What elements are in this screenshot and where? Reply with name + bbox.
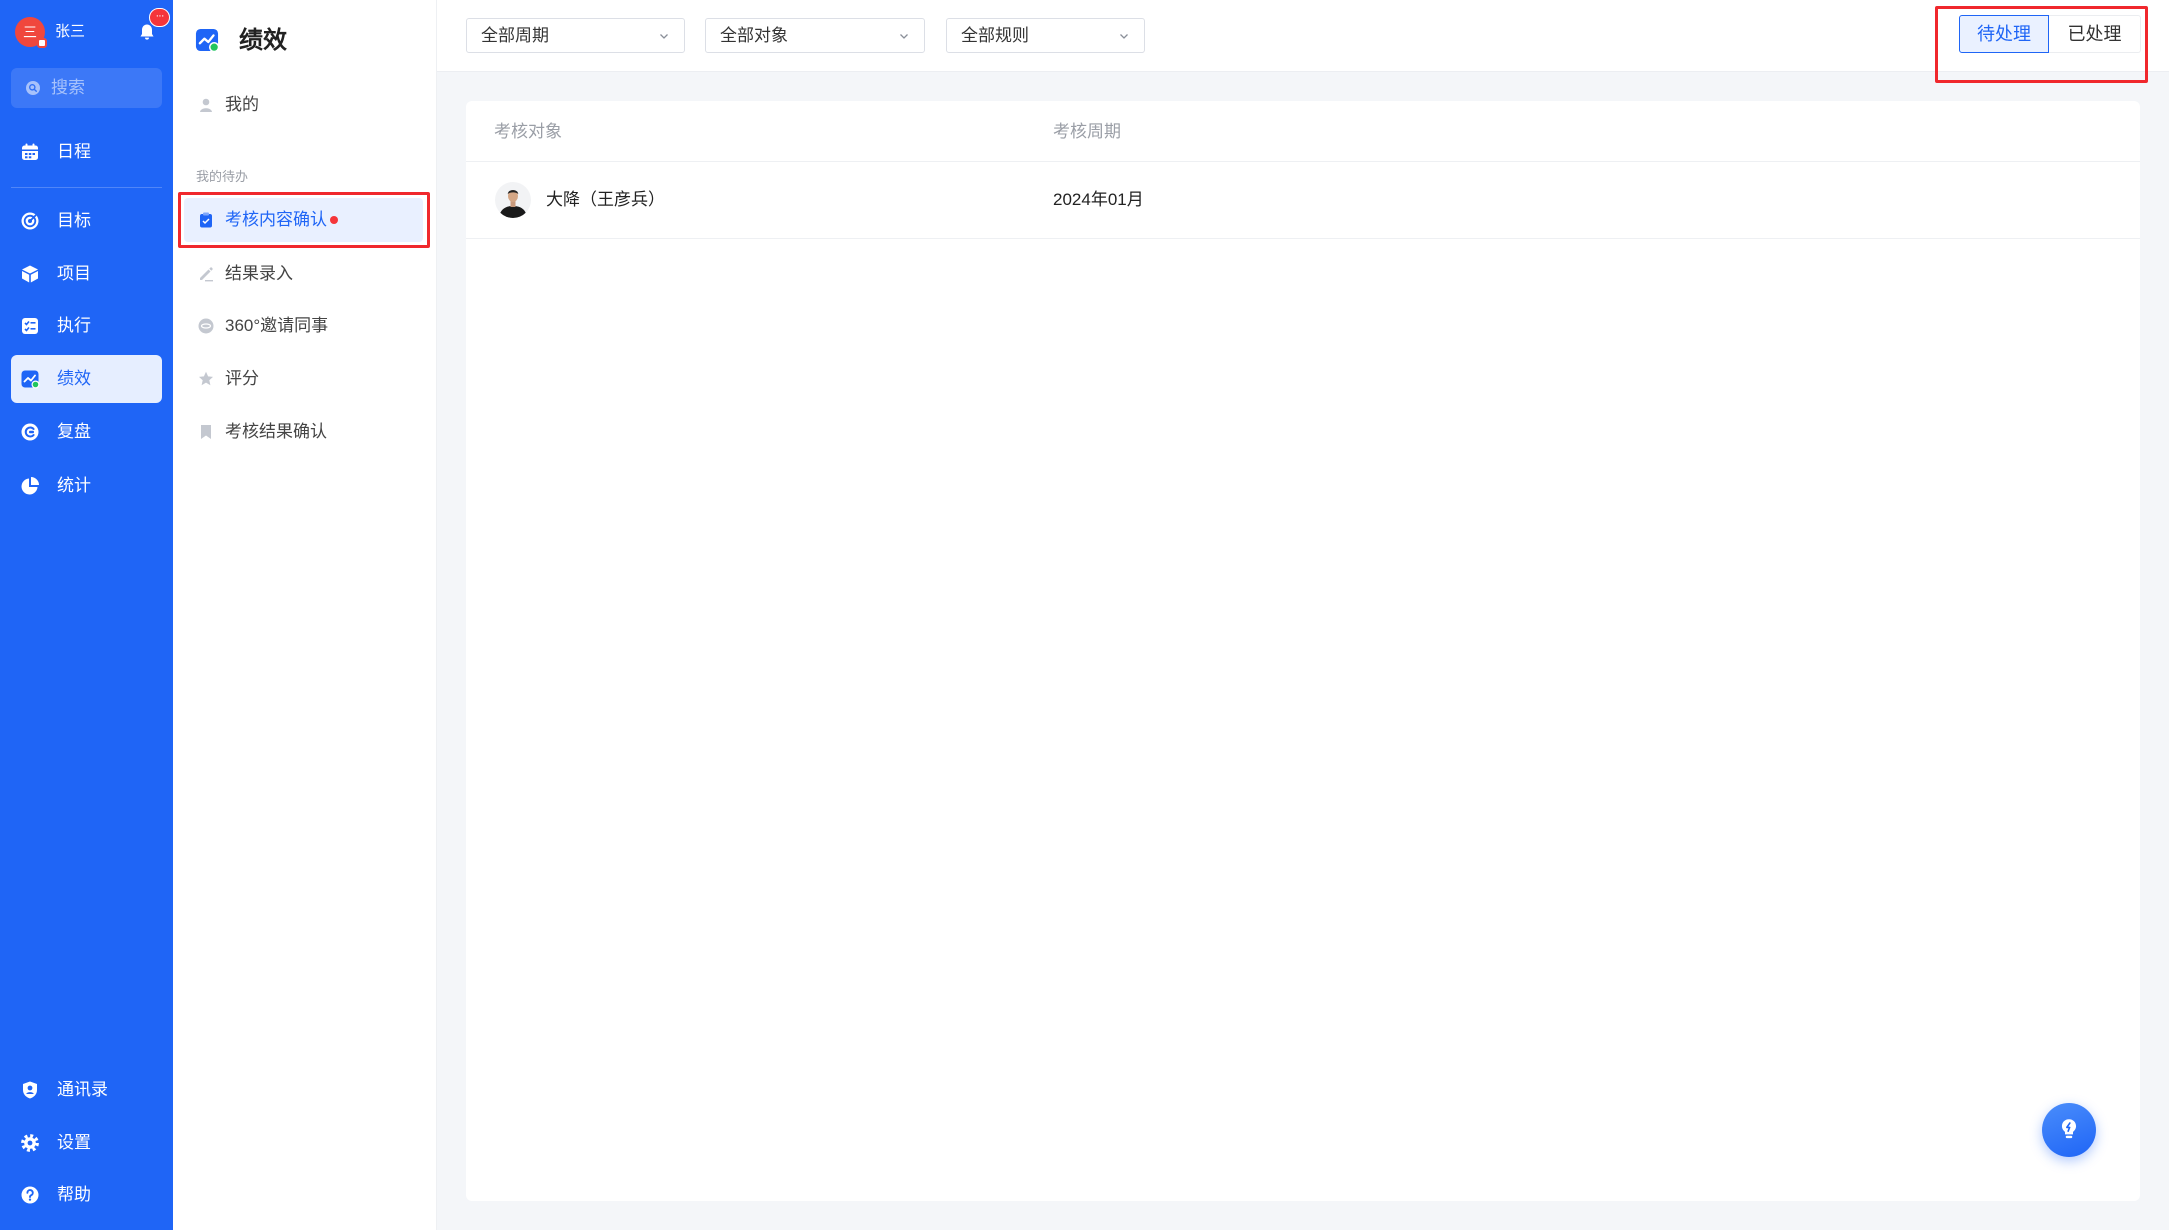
tab-pending[interactable]: 待处理 [1959, 15, 2049, 53]
checklist-icon [20, 316, 40, 336]
filter-label: 全部周期 [481, 26, 549, 45]
target-filter-dropdown[interactable]: 全部对象 [705, 18, 925, 53]
user-row: 三 张三 ··· [0, 0, 173, 64]
panel-item-label: 考核结果确认 [225, 422, 327, 441]
target-icon [20, 211, 40, 231]
panel-item-label: 结果录入 [225, 264, 293, 283]
chevron-down-icon [898, 30, 910, 42]
nav-item-label: 日程 [57, 142, 91, 161]
panel-item-label: 评分 [225, 369, 259, 388]
panel-item-review-content-confirm[interactable]: 考核内容确认 [184, 198, 423, 242]
module-title: 绩效 [239, 27, 287, 54]
chevron-down-icon [658, 30, 670, 42]
360-icon [197, 317, 215, 335]
search-icon [25, 80, 41, 96]
cell-target: 大降（王彦兵） [546, 190, 665, 209]
assistant-button[interactable] [2042, 1103, 2096, 1157]
nav-item-schedule[interactable]: 日程 [11, 128, 162, 176]
unread-dot [330, 215, 338, 224]
avatar [495, 182, 531, 218]
nav-item-label: 帮助 [57, 1185, 91, 1204]
period-filter-dropdown[interactable]: 全部周期 [466, 18, 685, 53]
nav-item-performance[interactable]: 绩效 [11, 355, 162, 403]
search-input[interactable] [51, 68, 156, 108]
panel-item-invite-colleagues[interactable]: 360°邀请同事 [184, 304, 423, 348]
filter-label: 全部规则 [961, 26, 1029, 45]
review-icon [20, 422, 40, 442]
notification-badge[interactable]: ··· [149, 8, 170, 27]
avatar[interactable]: 三 [15, 17, 47, 48]
column-header-period: 考核周期 [1053, 122, 1121, 141]
cell-period: 2024年01月 [1053, 190, 1144, 209]
nav-item-execution[interactable]: 执行 [11, 302, 162, 350]
section-label-my-todo: 我的待办 [196, 169, 249, 184]
cube-icon [20, 264, 40, 284]
module-panel: 绩效 我的 我的待办 考核内容确认 结果录入 360°邀请同事 评分 考核结果确… [173, 0, 437, 1230]
nav-item-statistics[interactable]: 统计 [11, 462, 162, 510]
chevron-down-icon [1118, 30, 1130, 42]
calendar-icon [20, 142, 40, 162]
nav-item-label: 绩效 [57, 369, 91, 388]
nav-item-label: 复盘 [57, 422, 91, 441]
panel-item-result-confirm[interactable]: 考核结果确认 [184, 410, 423, 454]
bookmark-icon [197, 423, 215, 441]
performance-icon [20, 369, 40, 389]
gear-icon [20, 1133, 40, 1153]
status-tabs: 待处理 已处理 [1959, 15, 2141, 53]
filter-bar: 全部周期 全部对象 全部规则 待处理 已处理 [437, 0, 2169, 72]
contacts-icon [20, 1080, 40, 1100]
table-row[interactable]: 大降（王彦兵） 2024年01月 [466, 162, 2140, 239]
nav-divider [11, 187, 162, 188]
nav-item-label: 项目 [57, 264, 91, 283]
nav-item-label: 通讯录 [57, 1080, 108, 1099]
nav-item-settings[interactable]: 设置 [11, 1119, 162, 1167]
rule-filter-dropdown[interactable]: 全部规则 [946, 18, 1145, 53]
panel-item-result-entry[interactable]: 结果录入 [184, 252, 423, 296]
nav-item-label: 设置 [57, 1133, 91, 1152]
nav-item-label: 统计 [57, 476, 91, 495]
tab-processed[interactable]: 已处理 [2049, 15, 2141, 53]
search-box[interactable] [11, 68, 162, 108]
panel-item-label: 我的 [225, 95, 259, 114]
panel-item-label: 360°邀请同事 [225, 316, 329, 335]
global-sidebar: 三 张三 ··· 日程 目标 项目 [0, 0, 173, 1230]
nav-item-help[interactable]: 帮助 [11, 1171, 162, 1219]
user-name[interactable]: 张三 [55, 22, 85, 42]
user-icon [197, 96, 215, 114]
filter-label: 全部对象 [720, 26, 788, 45]
star-icon [197, 370, 215, 388]
avatar-status-badge [37, 38, 47, 48]
help-icon [20, 1185, 40, 1205]
column-header-target: 考核对象 [494, 122, 562, 141]
clipboard-icon [197, 211, 215, 229]
nav-item-label: 执行 [57, 316, 91, 335]
panel-item-scoring[interactable]: 评分 [184, 357, 423, 401]
edit-icon [197, 265, 215, 283]
panel-item-label: 考核内容确认 [225, 210, 327, 229]
panel-item-label-wrap: 考核内容确认 [225, 198, 338, 242]
pie-chart-icon [20, 476, 40, 496]
panel-item-mine[interactable]: 我的 [184, 83, 423, 127]
review-table-card: 考核对象 考核周期 大降（王彦兵） 2024年01月 [466, 101, 2140, 1201]
nav-item-goals[interactable]: 目标 [11, 197, 162, 245]
nav-item-label: 目标 [57, 211, 91, 230]
nav-item-contacts[interactable]: 通讯录 [11, 1066, 162, 1114]
performance-icon [194, 27, 220, 53]
nav-item-projects[interactable]: 项目 [11, 250, 162, 298]
table-header: 考核对象 考核周期 [466, 101, 2140, 162]
lightbulb-icon [2056, 1116, 2082, 1142]
nav-item-review[interactable]: 复盘 [11, 408, 162, 456]
avatar-text: 三 [23, 24, 37, 40]
